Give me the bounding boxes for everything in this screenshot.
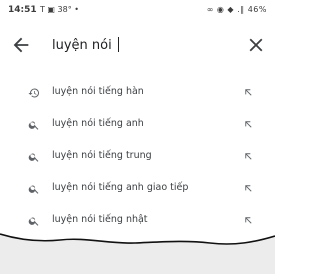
search-icon <box>28 121 39 130</box>
status-system-icons: ∞ ◉ ◆ .∥ 46% <box>206 5 267 14</box>
search-icon <box>28 185 39 194</box>
search-query-text: luyện nói <box>52 38 112 53</box>
status-time: 14:51 <box>8 5 37 15</box>
search-input[interactable]: luyện nói <box>52 37 119 53</box>
back-arrow-icon[interactable] <box>10 34 32 56</box>
suggestion-text: luyện nói tiếng anh giao tiếp <box>52 182 189 193</box>
fill-query-arrow-icon[interactable] <box>243 87 254 98</box>
suggestion-item[interactable]: luyện nói tiếng trung <box>0 142 275 172</box>
close-icon[interactable] <box>245 34 267 56</box>
suggestion-text: luyện nói tiếng nhật <box>52 214 148 225</box>
suggestion-text: luyện nói tiếng hàn <box>52 86 144 97</box>
search-icon <box>28 217 39 226</box>
fill-query-arrow-icon[interactable] <box>243 215 254 226</box>
fill-query-arrow-icon[interactable] <box>243 119 254 130</box>
status-bar: 14:51 T ▣ 38° • ∞ ◉ ◆ .∥ 46% <box>0 0 275 20</box>
fill-query-arrow-icon[interactable] <box>243 183 254 194</box>
search-bar: luyện nói <box>0 28 275 62</box>
history-icon <box>28 88 39 98</box>
suggestion-item[interactable]: luyện nói tiếng anh giao tiếp <box>0 174 275 204</box>
suggestion-text: luyện nói tiếng trung <box>52 150 152 161</box>
fill-query-arrow-icon[interactable] <box>243 151 254 162</box>
text-cursor <box>117 37 119 52</box>
status-notification-icons: T ▣ 38° • <box>40 5 79 14</box>
search-icon <box>28 153 39 162</box>
suggestion-item[interactable]: luyện nói tiếng anh <box>0 110 275 140</box>
torn-paper-edge <box>0 233 275 274</box>
suggestion-text: luyện nói tiếng anh <box>52 118 144 129</box>
suggestion-item[interactable]: luyện nói tiếng hàn <box>0 78 275 108</box>
